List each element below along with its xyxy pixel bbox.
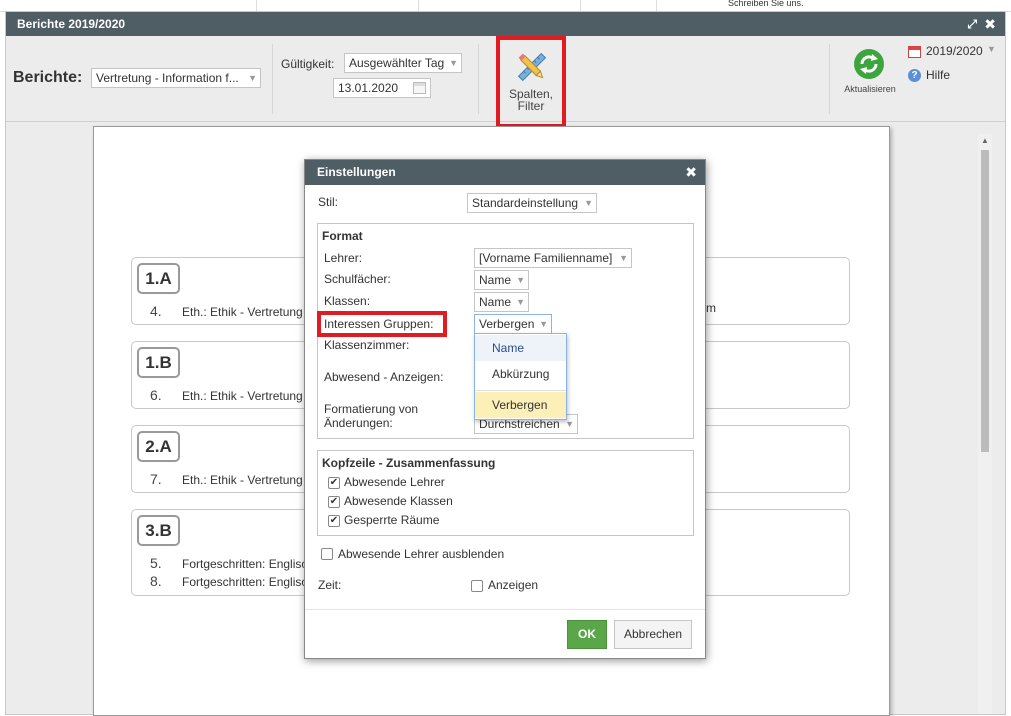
chevron-down-icon[interactable]: ▼: [987, 44, 996, 54]
blocked-rooms-label: Gesperrte Räume: [344, 513, 440, 527]
toolbar-divider: [478, 44, 479, 114]
help-link[interactable]: Hilfe: [926, 68, 950, 82]
refresh-icon[interactable]: [853, 48, 885, 80]
maximize-icon[interactable]: ⤢: [967, 12, 977, 36]
absent-show-label: Abwesend - Anzeigen:: [324, 370, 444, 384]
time-label: Zeit:: [318, 578, 342, 592]
validity-value: Ausgewählter Tag: [349, 56, 445, 70]
toolbar-divider: [829, 44, 830, 114]
hide-absent-teachers-checkbox[interactable]: [321, 548, 333, 560]
interest-groups-select[interactable]: Verbergen ▼: [474, 314, 552, 334]
change-format-label: Formatierung von Änderungen:: [324, 402, 419, 430]
time-show-label: Anzeigen: [488, 578, 539, 592]
blocked-rooms-checkbox[interactable]: ✔: [328, 515, 340, 527]
chevron-down-icon: ▼: [449, 58, 458, 68]
style-value: Standardeinstellung: [472, 196, 579, 210]
chevron-down-icon: ▼: [248, 73, 257, 83]
substitution-row: 8. Fortgeschritten: Englisch: [150, 573, 315, 589]
style-select[interactable]: Standardeinstellung ▼: [467, 193, 597, 213]
interest-groups-dropdown: Name Abkürzung Verbergen: [474, 333, 567, 420]
calendar-icon: [908, 46, 921, 58]
date-input[interactable]: 13.01.2020: [333, 78, 431, 98]
header-summary-title: Kopfzeile - Zusammenfassung: [322, 456, 496, 470]
close-icon[interactable]: ✖: [685, 160, 697, 185]
dropdown-option-name[interactable]: Name: [475, 335, 566, 361]
reports-label: Berichte:: [13, 69, 83, 86]
header-summary-section: Kopfzeile - Zusammenfassung ✔ Abwesende …: [317, 450, 694, 536]
classes-format-value: Name: [479, 295, 512, 309]
window-title: Berichte 2019/2020: [17, 17, 126, 31]
subjects-label: Schulfächer:: [324, 272, 391, 286]
subjects-format-select[interactable]: Name ▼: [474, 270, 529, 290]
classes-label: Klassen:: [324, 294, 371, 308]
close-icon[interactable]: ✖: [984, 12, 996, 36]
columns-filter-label: Spalten, Filter: [508, 87, 554, 113]
substitution-row: 6. Eth.: Ethik - Vertretung: [150, 387, 303, 403]
classroom-label: Klassenzimmer:: [324, 338, 410, 352]
style-label: Stil:: [318, 195, 339, 209]
absent-classes-checkbox[interactable]: ✔: [328, 496, 340, 508]
background-contact-text: Schreiben Sie uns.: [728, 0, 804, 8]
hide-absent-teachers-label: Abwesende Lehrer ausblenden: [338, 547, 505, 561]
class-name: 2.A: [137, 431, 180, 462]
interest-groups-highlight: [317, 311, 447, 337]
toolbar-divider: [272, 44, 273, 114]
ruler-pencil-icon: [517, 52, 547, 82]
chevron-down-icon: ▼: [516, 275, 525, 285]
class-name: 1.B: [137, 347, 180, 378]
scroll-up-arrow-icon[interactable]: ▲: [981, 136, 989, 145]
subjects-format-value: Name: [479, 273, 512, 287]
refresh-label[interactable]: Aktualisieren: [842, 84, 898, 94]
interest-groups-value: Verbergen: [479, 317, 535, 331]
validity-select[interactable]: Ausgewählter Tag ▼: [344, 53, 462, 73]
teacher-format-select[interactable]: [Vorname Familienname] ▼: [474, 248, 632, 268]
classes-format-select[interactable]: Name ▼: [474, 292, 529, 312]
toolbar: Berichte: Vertretung - Information f... …: [6, 36, 1005, 128]
chevron-down-icon: ▼: [619, 253, 628, 263]
class-name: 1.A: [137, 263, 180, 294]
class-name: 3.B: [137, 515, 180, 546]
cancel-button[interactable]: Abbrechen: [614, 620, 692, 649]
report-type-select[interactable]: Vertretung - Information f... ▼: [91, 68, 261, 88]
dialog-title: Einstellungen: [317, 165, 396, 179]
absent-classes-label: Abwesende Klassen: [344, 494, 453, 508]
dropdown-option-hide[interactable]: Verbergen: [475, 392, 566, 418]
settings-dialog: Einstellungen ✖ Stil: Standardeinstellun…: [304, 159, 706, 659]
chevron-down-icon: ▼: [584, 198, 593, 208]
teacher-label: Lehrer:: [324, 251, 363, 265]
dialog-footer-divider: [305, 609, 705, 610]
absent-teachers-checkbox[interactable]: ✔: [328, 477, 340, 489]
date-value: 13.01.2020: [338, 81, 399, 95]
chevron-down-icon: ▼: [539, 319, 548, 329]
window-titlebar: Berichte 2019/2020 ⤢ ✖: [6, 12, 1005, 36]
substitution-row: 5. Fortgeschritten: Englisch: [150, 555, 315, 571]
scrollbar-thumb[interactable]: [981, 150, 989, 452]
report-type-value: Vertretung - Information f...: [96, 71, 239, 85]
time-show-checkbox[interactable]: [471, 580, 483, 592]
dropdown-option-abbreviation[interactable]: Abkürzung: [475, 361, 566, 387]
calendar-icon[interactable]: [413, 82, 426, 94]
scrollbar[interactable]: ▲: [978, 134, 992, 714]
dialog-titlebar: Einstellungen ✖: [305, 160, 705, 185]
absent-teachers-label: Abwesende Lehrer: [344, 475, 445, 489]
teacher-format-value: [Vorname Familienname]: [479, 251, 613, 265]
help-icon[interactable]: ?: [908, 69, 921, 82]
ok-button[interactable]: OK: [567, 620, 607, 649]
chevron-down-icon: ▼: [516, 297, 525, 307]
substitution-row: 7. Eth.: Ethik - Vertretung: [150, 471, 303, 487]
columns-filter-button[interactable]: Spalten, Filter: [496, 36, 566, 128]
validity-label: Gültigkeit:: [281, 57, 335, 71]
dropdown-divider: [475, 390, 566, 391]
substitution-row: 4. Eth.: Ethik - Vertretung: [150, 303, 303, 319]
format-title: Format: [322, 229, 363, 243]
school-year-select[interactable]: 2019/2020: [926, 44, 983, 58]
